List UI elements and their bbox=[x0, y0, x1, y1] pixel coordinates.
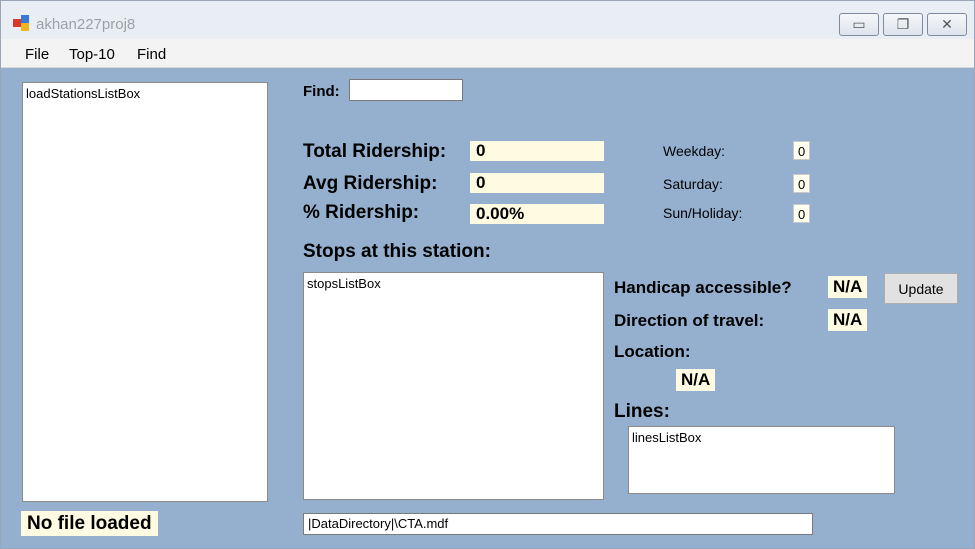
location-value: N/A bbox=[676, 369, 716, 391]
lines-listbox-label: linesListBox bbox=[632, 430, 702, 445]
find-label: Find: bbox=[303, 83, 340, 100]
close-icon: ✕ bbox=[941, 16, 953, 32]
menu-top10[interactable]: Top-10 bbox=[69, 46, 115, 63]
avg-ridership-value: 0 bbox=[470, 173, 604, 193]
weekday-value: 0 bbox=[793, 141, 811, 160]
minimize-button[interactable]: ▭ bbox=[839, 13, 879, 36]
menu-file[interactable]: File bbox=[25, 46, 49, 63]
stops-listbox[interactable]: stopsListBox bbox=[303, 272, 604, 500]
find-input[interactable] bbox=[349, 79, 463, 101]
total-ridership-value: 0 bbox=[470, 141, 604, 161]
menu-find[interactable]: Find bbox=[137, 46, 166, 63]
weekday-label: Weekday: bbox=[663, 143, 725, 159]
minimize-icon: ▭ bbox=[852, 16, 866, 32]
maximize-icon: ❐ bbox=[896, 16, 910, 32]
direction-value: N/A bbox=[828, 309, 868, 331]
handicap-label: Handicap accessible? bbox=[614, 278, 792, 297]
close-button[interactable]: ✕ bbox=[927, 13, 967, 36]
pct-ridership-label: % Ridership: bbox=[303, 202, 420, 223]
total-ridership-label: Total Ridership: bbox=[303, 141, 447, 162]
location-label: Location: bbox=[614, 342, 691, 361]
app-window: akhan227proj8 ▭ ❐ ✕ File Top-10 Find loa… bbox=[0, 0, 975, 549]
lines-label: Lines: bbox=[614, 401, 670, 422]
window-title: akhan227proj8 bbox=[36, 16, 136, 33]
pct-ridership-value: 0.00% bbox=[470, 204, 604, 224]
saturday-label: Saturday: bbox=[663, 176, 723, 192]
handicap-value: N/A bbox=[828, 276, 868, 298]
stations-listbox[interactable]: loadStationsListBox bbox=[22, 82, 268, 502]
sunholiday-value: 0 bbox=[793, 204, 811, 223]
direction-label: Direction of travel: bbox=[614, 311, 765, 330]
status-label: No file loaded bbox=[21, 511, 158, 536]
title-bar[interactable]: akhan227proj8 ▭ ❐ ✕ bbox=[1, 1, 974, 39]
saturday-value: 0 bbox=[793, 174, 811, 193]
stations-listbox-label: loadStationsListBox bbox=[26, 86, 141, 101]
lines-listbox[interactable]: linesListBox bbox=[628, 426, 895, 494]
stops-listbox-label: stopsListBox bbox=[307, 276, 381, 291]
stops-heading: Stops at this station: bbox=[303, 241, 491, 262]
maximize-button[interactable]: ❐ bbox=[883, 13, 923, 36]
connection-string-input[interactable]: |DataDirectory|\CTA.mdf bbox=[303, 513, 813, 535]
menu-bar: File Top-10 Find bbox=[1, 39, 974, 68]
app-icon bbox=[13, 15, 31, 33]
update-button[interactable]: Update bbox=[884, 273, 958, 304]
sunholiday-label: Sun/Holiday: bbox=[663, 205, 743, 221]
avg-ridership-label: Avg Ridership: bbox=[303, 173, 438, 194]
